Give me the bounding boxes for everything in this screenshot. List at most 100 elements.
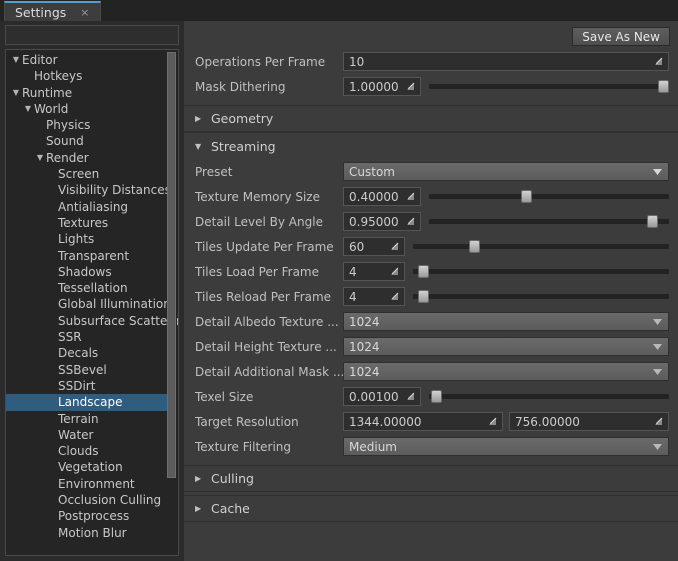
slider-handle[interactable]	[431, 390, 442, 403]
sidebar-item-textures[interactable]: Textures	[6, 215, 167, 231]
settings-window: Settings × ▼ Editor Hotkeys ▼ Runtime ▼ World P…	[0, 0, 678, 561]
sidebar-item-antialiasing[interactable]: Antialiasing	[6, 199, 167, 215]
tiles-reload-per-frame-input[interactable]: 4	[343, 287, 405, 306]
close-icon[interactable]: ×	[80, 7, 89, 18]
sidebar-item-editor[interactable]: ▼ Editor	[6, 52, 167, 68]
tree-scrollbar-track[interactable]	[167, 51, 177, 554]
sidebar-item-visibility-distances[interactable]: Visibility Distances	[6, 182, 171, 198]
slider-handle[interactable]	[647, 215, 658, 228]
sidebar-item-ssbevel[interactable]: SSBevel	[6, 362, 167, 378]
tree-scrollbar-thumb[interactable]	[167, 52, 176, 478]
sidebar-item-environment[interactable]: Environment	[6, 476, 167, 492]
label-target-resolution: Target Resolution	[195, 414, 299, 429]
sidebar-item-landscape[interactable]: Landscape	[6, 394, 167, 411]
section-geometry[interactable]: ▶ Geometry	[184, 105, 678, 132]
save-as-new-button[interactable]: Save As New	[572, 27, 670, 46]
resize-arrow-icon[interactable]	[387, 263, 401, 280]
chevron-down-icon[interactable]	[651, 343, 663, 350]
sidebar-item-global-illumination[interactable]: Global Illumination	[6, 296, 171, 312]
detail-level-by-angle-input[interactable]: 0.95000	[343, 212, 421, 231]
resize-arrow-icon[interactable]	[403, 78, 417, 95]
chevron-down-icon[interactable]: ▼	[34, 150, 46, 166]
detail-combo-1-value: 1024	[349, 339, 380, 354]
section-streaming[interactable]: ▼ Streaming	[184, 132, 678, 159]
target-resolution-y-input[interactable]: 756.00000	[509, 412, 669, 431]
sidebar-item-sound[interactable]: Sound	[6, 133, 167, 149]
sidebar-item-postprocess[interactable]: Postprocess	[6, 508, 167, 524]
resize-arrow-icon[interactable]	[403, 188, 417, 205]
target-resolution-y-value: 756.00000	[515, 414, 580, 429]
tab-settings[interactable]: Settings ×	[4, 1, 101, 21]
slider-handle[interactable]	[521, 190, 532, 203]
mask-dithering-slider[interactable]	[429, 77, 669, 96]
chevron-down-icon[interactable]: ▼	[10, 52, 22, 68]
sidebar-item-hotkeys[interactable]: Hotkeys	[6, 68, 167, 84]
resize-arrow-icon[interactable]	[387, 288, 401, 305]
section-culling[interactable]: ▶ Culling	[184, 465, 678, 492]
sidebar-item-water[interactable]: Water	[6, 427, 167, 443]
sidebar-item-label: Postprocess	[58, 509, 130, 524]
tiles-load-per-frame-input[interactable]: 4	[343, 262, 405, 281]
tab-settings-label: Settings	[15, 4, 67, 20]
chevron-down-icon[interactable]: ▼	[22, 101, 34, 117]
sidebar-item-decals[interactable]: Decals	[6, 345, 167, 361]
search-input[interactable]	[5, 25, 179, 45]
sidebar-item-clouds[interactable]: Clouds	[6, 443, 167, 459]
chevron-down-icon[interactable]	[651, 168, 663, 175]
tiles-update-per-frame-slider[interactable]	[413, 237, 669, 256]
texture-memory-size-input[interactable]: 0.40000	[343, 187, 421, 206]
resize-arrow-icon[interactable]	[651, 413, 665, 430]
resize-arrow-icon[interactable]	[485, 413, 499, 430]
label-tiles-load-per-frame: Tiles Load Per Frame	[195, 264, 320, 279]
preset-dropdown[interactable]: Custom	[343, 162, 669, 181]
tiles-update-per-frame-input[interactable]: 60	[343, 237, 405, 256]
sidebar-item-vegetation[interactable]: Vegetation	[6, 459, 167, 475]
texture-filtering-dropdown[interactable]: Medium	[343, 437, 669, 456]
sidebar-item-motion-blur[interactable]: Motion Blur	[6, 525, 167, 541]
slider-handle[interactable]	[418, 265, 429, 278]
mask-dithering-input[interactable]: 1.00000	[343, 77, 421, 96]
operations-per-frame-input[interactable]: 10	[343, 52, 669, 71]
resize-arrow-icon[interactable]	[403, 388, 417, 405]
tiles-reload-per-frame-slider[interactable]	[413, 287, 669, 306]
sidebar-item-occlusion-culling[interactable]: Occlusion Culling	[6, 492, 167, 508]
detail-combo-1-dropdown[interactable]: 1024	[343, 337, 669, 356]
detail-combo-0-dropdown[interactable]: 1024	[343, 312, 669, 331]
texel-size-slider[interactable]	[429, 387, 669, 406]
sidebar-item-ssr[interactable]: SSR	[6, 329, 167, 345]
sidebar-item-runtime[interactable]: ▼ Runtime	[6, 85, 167, 101]
slider-handle[interactable]	[418, 290, 429, 303]
resize-arrow-icon[interactable]	[403, 213, 417, 230]
chevron-down-icon[interactable]	[651, 443, 663, 450]
sidebar-item-render[interactable]: ▼ Render	[6, 150, 167, 166]
sidebar-item-terrain[interactable]: Terrain	[6, 411, 167, 427]
sidebar-item-world[interactable]: ▼ World	[6, 101, 167, 117]
chevron-down-icon[interactable]	[651, 368, 663, 375]
texture-memory-size-slider[interactable]	[429, 187, 669, 206]
detail-combo-2-dropdown[interactable]: 1024	[343, 362, 669, 381]
sidebar-item-lights[interactable]: Lights	[6, 231, 167, 247]
tiles-load-per-frame-slider[interactable]	[413, 262, 669, 281]
target-resolution-x-input[interactable]: 1344.00000	[343, 412, 503, 431]
slider-handle[interactable]	[658, 80, 669, 93]
section-cache[interactable]: ▶ Cache	[184, 495, 678, 522]
slider-track	[429, 219, 669, 224]
field-detail-combo-0: 1024	[343, 312, 678, 331]
texel-size-input[interactable]: 0.00100	[343, 387, 421, 406]
resize-arrow-icon[interactable]	[387, 238, 401, 255]
field-tiles-load-per-frame: 4	[343, 262, 678, 281]
sidebar-item-shadows[interactable]: Shadows	[6, 264, 167, 280]
sidebar-item-physics[interactable]: Physics	[6, 117, 167, 133]
resize-arrow-icon[interactable]	[651, 53, 665, 70]
detail-level-by-angle-slider[interactable]	[429, 212, 669, 231]
sidebar-item-transparent[interactable]: Transparent	[6, 248, 167, 264]
chevron-down-icon[interactable]: ▼	[10, 85, 22, 101]
sidebar-item-ssdirt[interactable]: SSDirt	[6, 378, 167, 394]
sidebar-item-screen[interactable]: Screen	[6, 166, 167, 182]
slider-handle[interactable]	[469, 240, 480, 253]
chevron-down-icon[interactable]	[651, 318, 663, 325]
slider-track	[413, 269, 669, 274]
sidebar-item-tessellation[interactable]: Tessellation	[6, 280, 167, 296]
sidebar-item-label: Screen	[58, 167, 100, 182]
sidebar-item-subsurface-scattering[interactable]: Subsurface Scattering	[6, 313, 178, 329]
